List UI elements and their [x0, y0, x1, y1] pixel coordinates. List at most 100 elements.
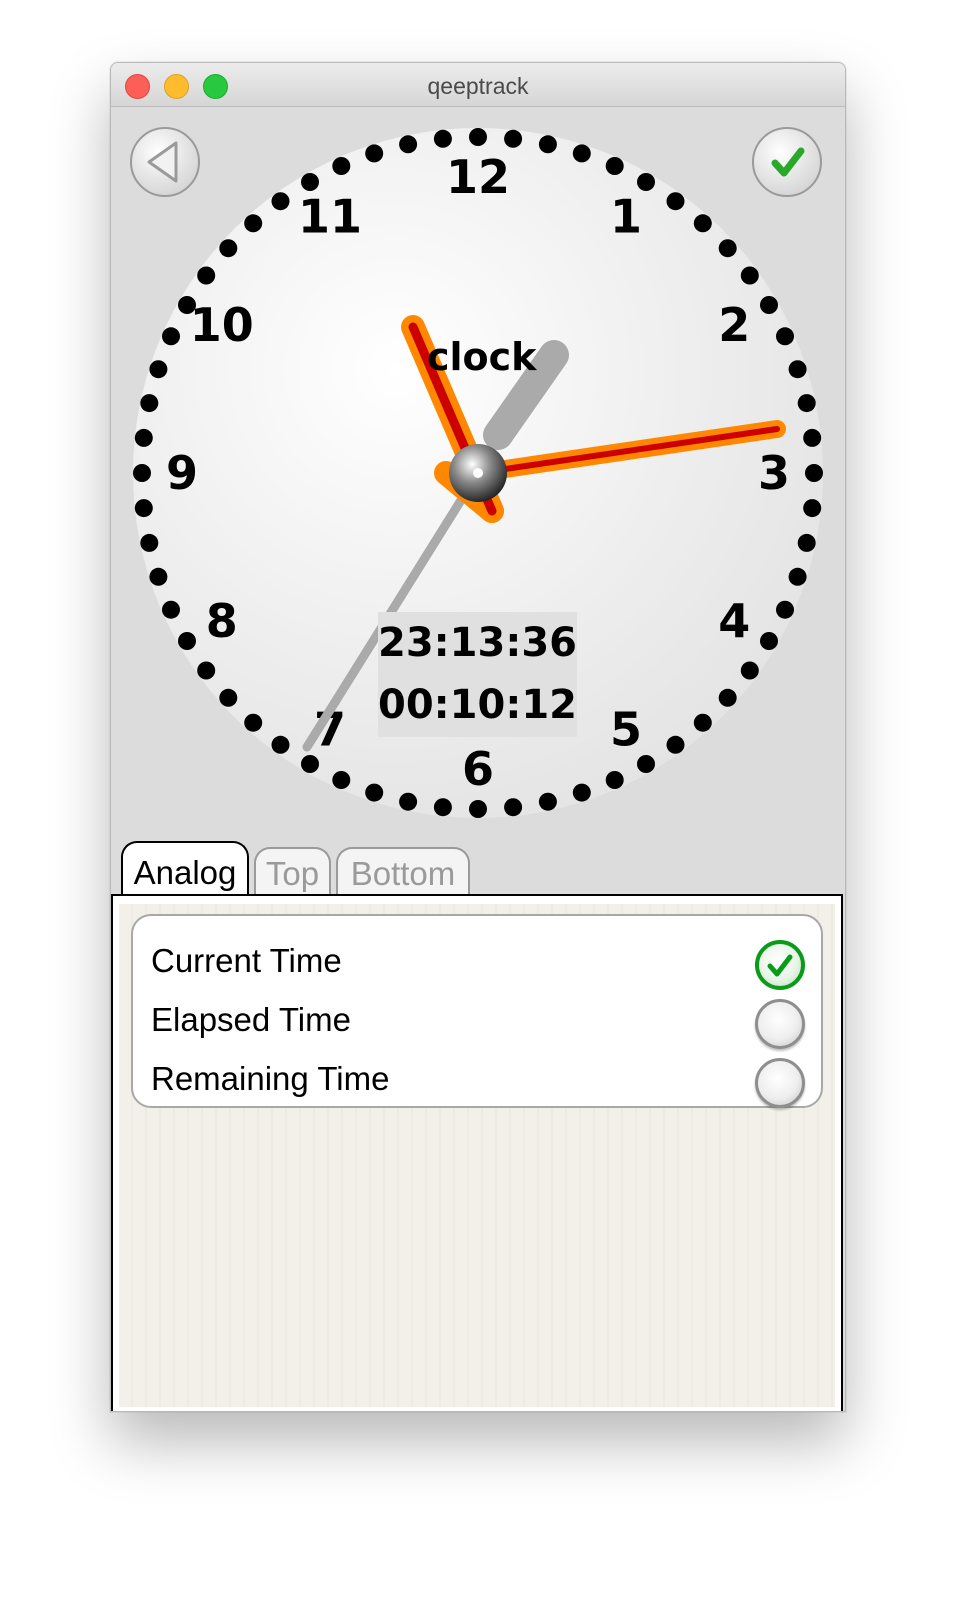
option-remaining-time[interactable]: Remaining Time [133, 1052, 821, 1110]
time-mode-options: Current Time Elapsed Time Remaining Time [131, 914, 823, 1108]
minute-dot [332, 771, 351, 789]
minute-dot [162, 327, 180, 346]
checkmark-icon [767, 954, 793, 977]
minute-dot [433, 129, 452, 148]
option-label: Elapsed Time [151, 1001, 351, 1038]
radio-unselected-icon[interactable] [755, 999, 805, 1049]
radio-unselected-icon[interactable] [755, 1058, 805, 1108]
hour-numeral: 4 [718, 594, 750, 648]
hour-numeral: 8 [206, 594, 238, 648]
minute-dot [666, 192, 685, 211]
tab-top[interactable]: Top [254, 847, 331, 895]
option-label: Current Time [151, 942, 342, 979]
minute-dot [605, 771, 624, 789]
minute-dot [162, 600, 180, 619]
minute-dot [504, 129, 523, 148]
minute-dot [803, 428, 822, 447]
minute-dot [788, 567, 807, 586]
minute-dot [365, 144, 384, 163]
minute-dot [803, 499, 822, 518]
minute-dot [244, 713, 263, 732]
back-arrow-icon [147, 141, 178, 183]
minute-dot [469, 800, 487, 818]
clock-label: clock [427, 335, 537, 379]
clock-area: 12 1 2 3 4 5 6 7 8 9 10 11 clock 23:13:36 00:10:12 [111, 107, 845, 847]
minute-dot [605, 157, 624, 175]
minute-dot [572, 144, 591, 163]
option-label: Remaining Time [151, 1060, 390, 1097]
minute-dot [693, 214, 712, 233]
minute-dot [271, 735, 290, 754]
hour-numeral: 2 [718, 298, 750, 352]
minute-dot [134, 428, 153, 447]
minute-dot [301, 173, 319, 191]
window-title: qeeptrack [427, 73, 529, 99]
hour-numeral: 12 [446, 150, 510, 204]
tab-bottom[interactable]: Bottom [336, 847, 470, 895]
elapsed-time-readout: 00:10:12 [378, 682, 577, 728]
minute-dot [637, 755, 655, 773]
minute-dot [149, 360, 168, 379]
hour-numeral: 1 [610, 190, 642, 244]
tab-bar: Analog Top Bottom [119, 841, 839, 895]
hour-numeral: 3 [758, 446, 790, 500]
back-button[interactable] [130, 127, 200, 197]
minute-dot [666, 735, 685, 754]
minute-dot [399, 792, 418, 811]
app-window: qeeptrack 12 1 2 3 4 5 6 7 8 9 10 11 clock [110, 62, 846, 1412]
minute-dot [134, 499, 153, 518]
minute-dot [301, 755, 319, 773]
minute-dot [133, 464, 151, 482]
minute-dot [140, 533, 159, 552]
minute-dot [469, 128, 487, 146]
hour-numeral: 9 [166, 446, 198, 500]
panel-background: Current Time Elapsed Time Remaining Time [119, 904, 835, 1407]
radio-selected-icon[interactable] [755, 940, 805, 990]
tab-analog[interactable]: Analog [121, 841, 249, 895]
hour-numeral: 5 [610, 702, 642, 756]
minute-dot [740, 266, 759, 285]
minute-dot [718, 688, 737, 707]
minute-dot [805, 464, 823, 482]
minute-dot [776, 600, 794, 619]
minute-dot [776, 327, 794, 346]
clock-hub-pin [473, 468, 483, 478]
current-time-readout: 23:13:36 [378, 620, 577, 666]
minute-dot [718, 239, 737, 258]
digital-readout: 23:13:36 00:10:12 [378, 612, 577, 737]
minute-dot [219, 688, 238, 707]
minute-dot [178, 632, 196, 650]
option-elapsed-time[interactable]: Elapsed Time [133, 993, 821, 1051]
minute-dot [572, 783, 591, 802]
hour-numeral: 10 [190, 298, 254, 352]
minute-dot [538, 135, 557, 154]
minute-dot [538, 792, 557, 811]
minute-dot [197, 266, 216, 285]
minute-dot [399, 135, 418, 154]
minute-dot [197, 661, 216, 680]
minute-dot [740, 661, 759, 680]
minute-dot [332, 157, 351, 175]
minute-dot [219, 239, 238, 258]
minute-dot [637, 173, 655, 191]
minute-dot [797, 394, 816, 413]
hour-numeral: 11 [298, 190, 362, 244]
minute-dot [788, 360, 807, 379]
option-current-time[interactable]: Current Time [133, 934, 821, 992]
minute-dot [504, 798, 523, 817]
minute-dot [693, 713, 712, 732]
checkmark-icon [771, 147, 805, 177]
minute-dot [760, 632, 778, 650]
minute-dot [797, 533, 816, 552]
minute-dot [760, 296, 778, 314]
confirm-button[interactable] [752, 127, 822, 197]
minute-dot [365, 783, 384, 802]
hour-numeral: 6 [462, 742, 494, 796]
minute-dot [433, 798, 452, 817]
title-bar: qeeptrack [111, 63, 845, 107]
minute-dot [149, 567, 168, 586]
minute-dot [140, 394, 159, 413]
minute-dot [244, 214, 263, 233]
minute-dot [271, 192, 290, 211]
tab-panel: Current Time Elapsed Time Remaining Time [111, 894, 843, 1411]
